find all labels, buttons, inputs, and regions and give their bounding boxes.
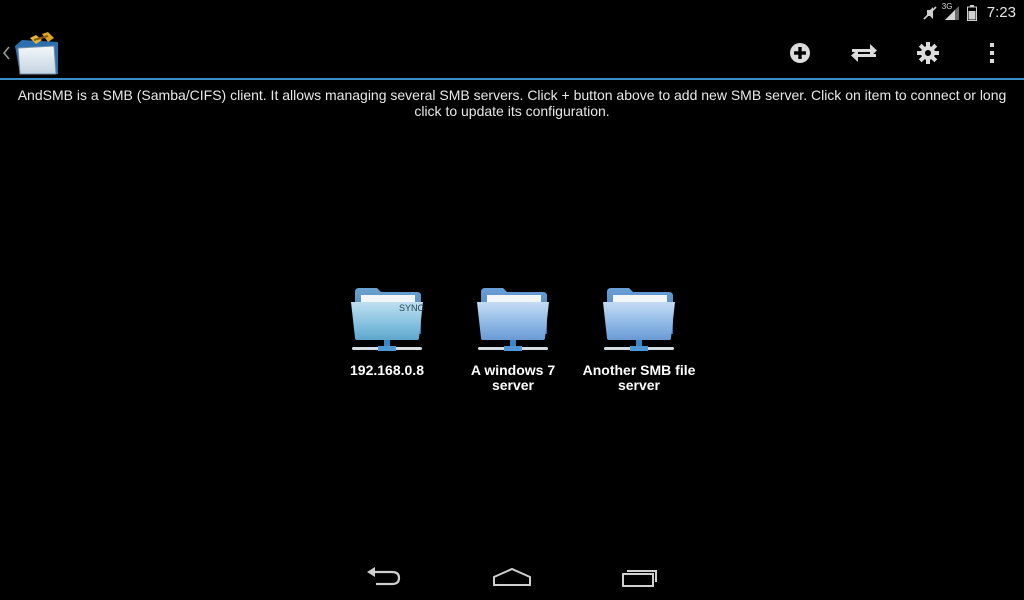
action-bar-divider xyxy=(0,78,1024,80)
battery-icon xyxy=(966,4,977,21)
back-button[interactable] xyxy=(354,562,414,592)
server-item[interactable]: SYNC 192.168.0.8 xyxy=(317,284,457,378)
status-icons: 3G 7:23 xyxy=(923,0,1016,25)
server-label: Another SMB file server xyxy=(582,362,696,393)
up-caret-icon[interactable] xyxy=(2,46,11,65)
add-server-button[interactable] xyxy=(780,33,820,73)
sync-button[interactable] xyxy=(844,33,884,73)
server-item[interactable]: A windows 7 server xyxy=(443,284,583,393)
home-icon xyxy=(493,567,531,586)
network-folder-icon xyxy=(477,288,549,351)
settings-button[interactable] xyxy=(908,33,948,73)
screen: 3G 7:23 AndSMB is a SMB (Samba/CIFS) cli… xyxy=(0,0,1024,600)
status-bar: 3G 7:23 xyxy=(0,0,1024,25)
back-icon xyxy=(367,567,401,586)
network-folder-icon xyxy=(603,288,675,351)
gear-icon xyxy=(917,42,939,64)
clock: 7:23 xyxy=(986,4,1016,21)
recents-button[interactable] xyxy=(610,562,670,592)
server-item[interactable]: Another SMB file server xyxy=(569,284,709,393)
server-label: A windows 7 server xyxy=(470,362,556,393)
server-label: 192.168.0.8 xyxy=(350,362,424,378)
signal-icon: 3G xyxy=(941,1,961,21)
navigation-bar xyxy=(0,552,1024,600)
recents-icon xyxy=(622,570,657,587)
more-vertical-icon xyxy=(990,43,994,63)
overflow-menu-button[interactable] xyxy=(972,33,1012,73)
network-type-label: 3G xyxy=(941,1,953,11)
smb-folder-icon[interactable] xyxy=(12,30,62,83)
network-folder-icon: SYNC xyxy=(351,288,425,351)
add-circle-icon xyxy=(790,43,810,63)
home-button[interactable] xyxy=(482,562,542,592)
swap-arrows-icon xyxy=(851,44,877,62)
description-text: AndSMB is a SMB (Samba/CIFS) client. It … xyxy=(17,87,1007,119)
mute-icon xyxy=(923,5,937,21)
sync-badge: SYNC xyxy=(399,303,425,313)
